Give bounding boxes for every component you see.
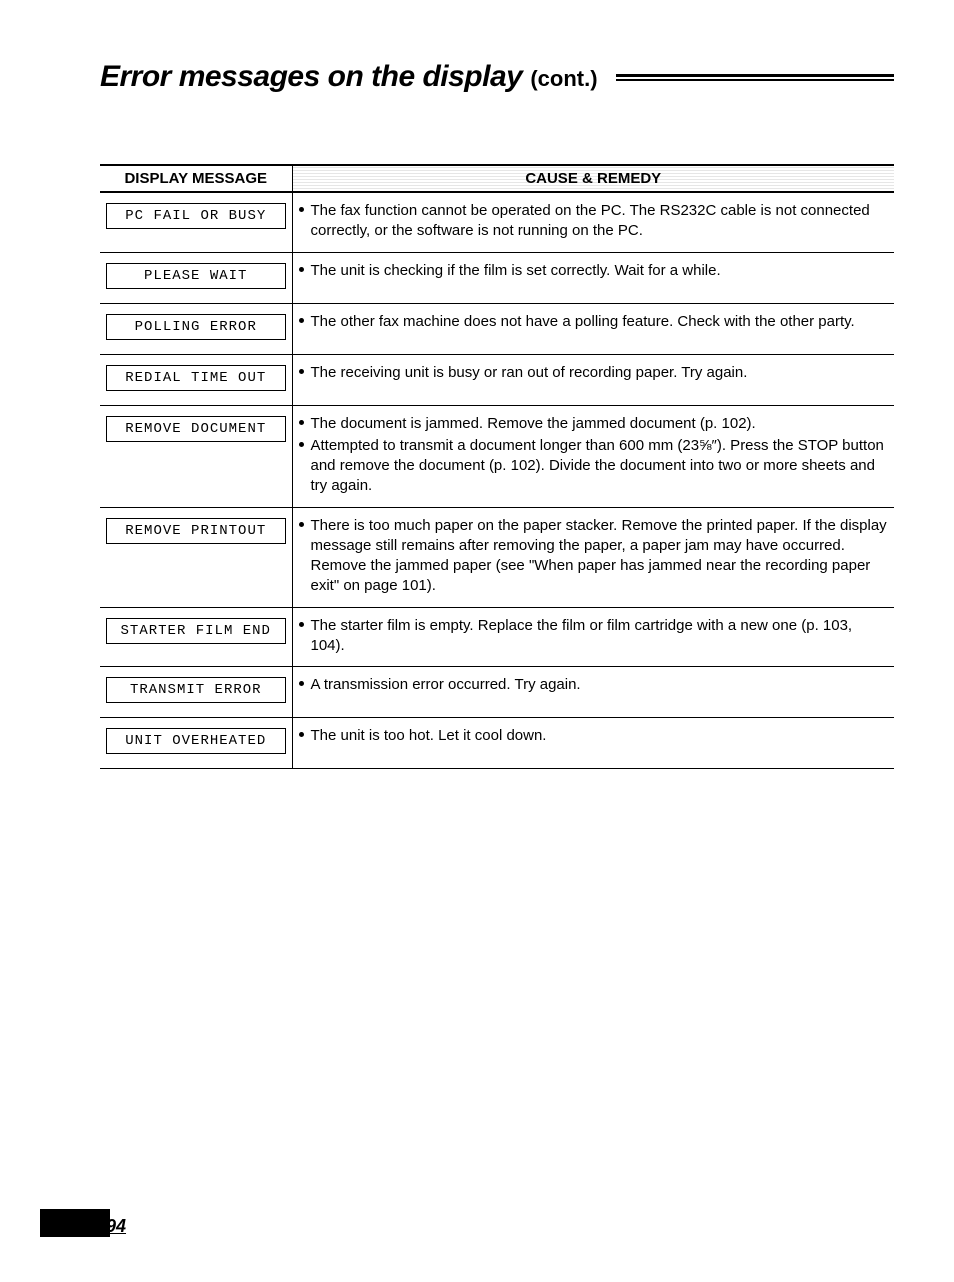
display-message-cell: PC FAIL OR BUSY bbox=[100, 192, 292, 252]
header-display-message: DISPLAY MESSAGE bbox=[100, 165, 292, 192]
remedy-item: A transmission error occurred. Try again… bbox=[299, 675, 889, 695]
remedy-item: The document is jammed. Remove the jamme… bbox=[299, 414, 889, 434]
page-title: Error messages on the display bbox=[100, 60, 522, 94]
table-row: PC FAIL OR BUSY The fax function cannot b… bbox=[100, 192, 894, 252]
remedy-list: The unit is checking if the film is set … bbox=[299, 261, 889, 281]
table-row: UNIT OVERHEATED The unit is too hot. Let … bbox=[100, 718, 894, 769]
cause-remedy-cell: The other fax machine does not have a po… bbox=[292, 303, 894, 354]
remedy-item: The starter film is empty. Replace the f… bbox=[299, 616, 889, 657]
display-message-cell: REMOVE DOCUMENT bbox=[100, 405, 292, 507]
header-cause-remedy: CAUSE & REMEDY bbox=[292, 165, 894, 192]
remedy-list: The unit is too hot. Let it cool down. bbox=[299, 726, 889, 746]
title-rule-icon bbox=[616, 74, 894, 82]
cause-remedy-cell: The document is jammed. Remove the jamme… bbox=[292, 405, 894, 507]
remedy-list: The document is jammed. Remove the jamme… bbox=[299, 414, 889, 497]
remedy-list: A transmission error occurred. Try again… bbox=[299, 675, 889, 695]
remedy-list: The fax function cannot be operated on t… bbox=[299, 201, 889, 242]
table-row: POLLING ERROR The other fax machine does … bbox=[100, 303, 894, 354]
display-message-lcd: UNIT OVERHEATED bbox=[106, 728, 286, 754]
remedy-list: The starter film is empty. Replace the f… bbox=[299, 616, 889, 657]
remedy-item: The unit is too hot. Let it cool down. bbox=[299, 726, 889, 746]
thumb-tab-icon bbox=[40, 1209, 110, 1237]
table-header-row: DISPLAY MESSAGE CAUSE & REMEDY bbox=[100, 165, 894, 192]
cause-remedy-cell: The receiving unit is busy or ran out of… bbox=[292, 354, 894, 405]
cause-remedy-cell: There is too much paper on the paper sta… bbox=[292, 507, 894, 607]
cause-remedy-cell: The unit is too hot. Let it cool down. bbox=[292, 718, 894, 769]
display-message-cell: STARTER FILM END bbox=[100, 607, 292, 667]
page-title-row: Error messages on the display (cont.) bbox=[100, 60, 894, 94]
page-title-suffix: (cont.) bbox=[530, 66, 597, 92]
cause-remedy-cell: The fax function cannot be operated on t… bbox=[292, 192, 894, 252]
cause-remedy-cell: The unit is checking if the film is set … bbox=[292, 252, 894, 303]
display-message-cell: UNIT OVERHEATED bbox=[100, 718, 292, 769]
display-message-cell: PLEASE WAIT bbox=[100, 252, 292, 303]
display-message-cell: POLLING ERROR bbox=[100, 303, 292, 354]
display-message-lcd: STARTER FILM END bbox=[106, 618, 286, 644]
remedy-item: The fax function cannot be operated on t… bbox=[299, 201, 889, 242]
table-row: PLEASE WAIT The unit is checking if the f… bbox=[100, 252, 894, 303]
display-message-cell: REMOVE PRINTOUT bbox=[100, 507, 292, 607]
remedy-item: There is too much paper on the paper sta… bbox=[299, 516, 889, 597]
table-row: STARTER FILM END The starter film is empt… bbox=[100, 607, 894, 667]
display-message-lcd: TRANSMIT ERROR bbox=[106, 677, 286, 703]
display-message-lcd: PC FAIL OR BUSY bbox=[106, 203, 286, 229]
cause-remedy-cell: The starter film is empty. Replace the f… bbox=[292, 607, 894, 667]
remedy-item: The unit is checking if the film is set … bbox=[299, 261, 889, 281]
table-row: REMOVE PRINTOUT There is too much paper o… bbox=[100, 507, 894, 607]
display-message-lcd: POLLING ERROR bbox=[106, 314, 286, 340]
display-message-cell: TRANSMIT ERROR bbox=[100, 667, 292, 718]
table-row: REDIAL TIME OUT The receiving unit is bus… bbox=[100, 354, 894, 405]
display-message-lcd: REMOVE DOCUMENT bbox=[106, 416, 286, 442]
remedy-item: The other fax machine does not have a po… bbox=[299, 312, 889, 332]
page-number: 94 bbox=[106, 1216, 126, 1237]
page-footer: 94 bbox=[40, 1209, 134, 1237]
remedy-list: There is too much paper on the paper sta… bbox=[299, 516, 889, 597]
display-message-lcd: PLEASE WAIT bbox=[106, 263, 286, 289]
page: Error messages on the display (cont.) DI… bbox=[0, 0, 954, 1282]
display-message-lcd: REDIAL TIME OUT bbox=[106, 365, 286, 391]
remedy-list: The receiving unit is busy or ran out of… bbox=[299, 363, 889, 383]
display-message-cell: REDIAL TIME OUT bbox=[100, 354, 292, 405]
cause-remedy-cell: A transmission error occurred. Try again… bbox=[292, 667, 894, 718]
table-row: TRANSMIT ERROR A transmission error occur… bbox=[100, 667, 894, 718]
error-messages-table: DISPLAY MESSAGE CAUSE & REMEDY PC FAIL O… bbox=[100, 164, 894, 769]
display-message-lcd: REMOVE PRINTOUT bbox=[106, 518, 286, 544]
remedy-list: The other fax machine does not have a po… bbox=[299, 312, 889, 332]
remedy-item: Attempted to transmit a document longer … bbox=[299, 436, 889, 497]
table-row: REMOVE DOCUMENT The document is jammed. R… bbox=[100, 405, 894, 507]
remedy-item: The receiving unit is busy or ran out of… bbox=[299, 363, 889, 383]
